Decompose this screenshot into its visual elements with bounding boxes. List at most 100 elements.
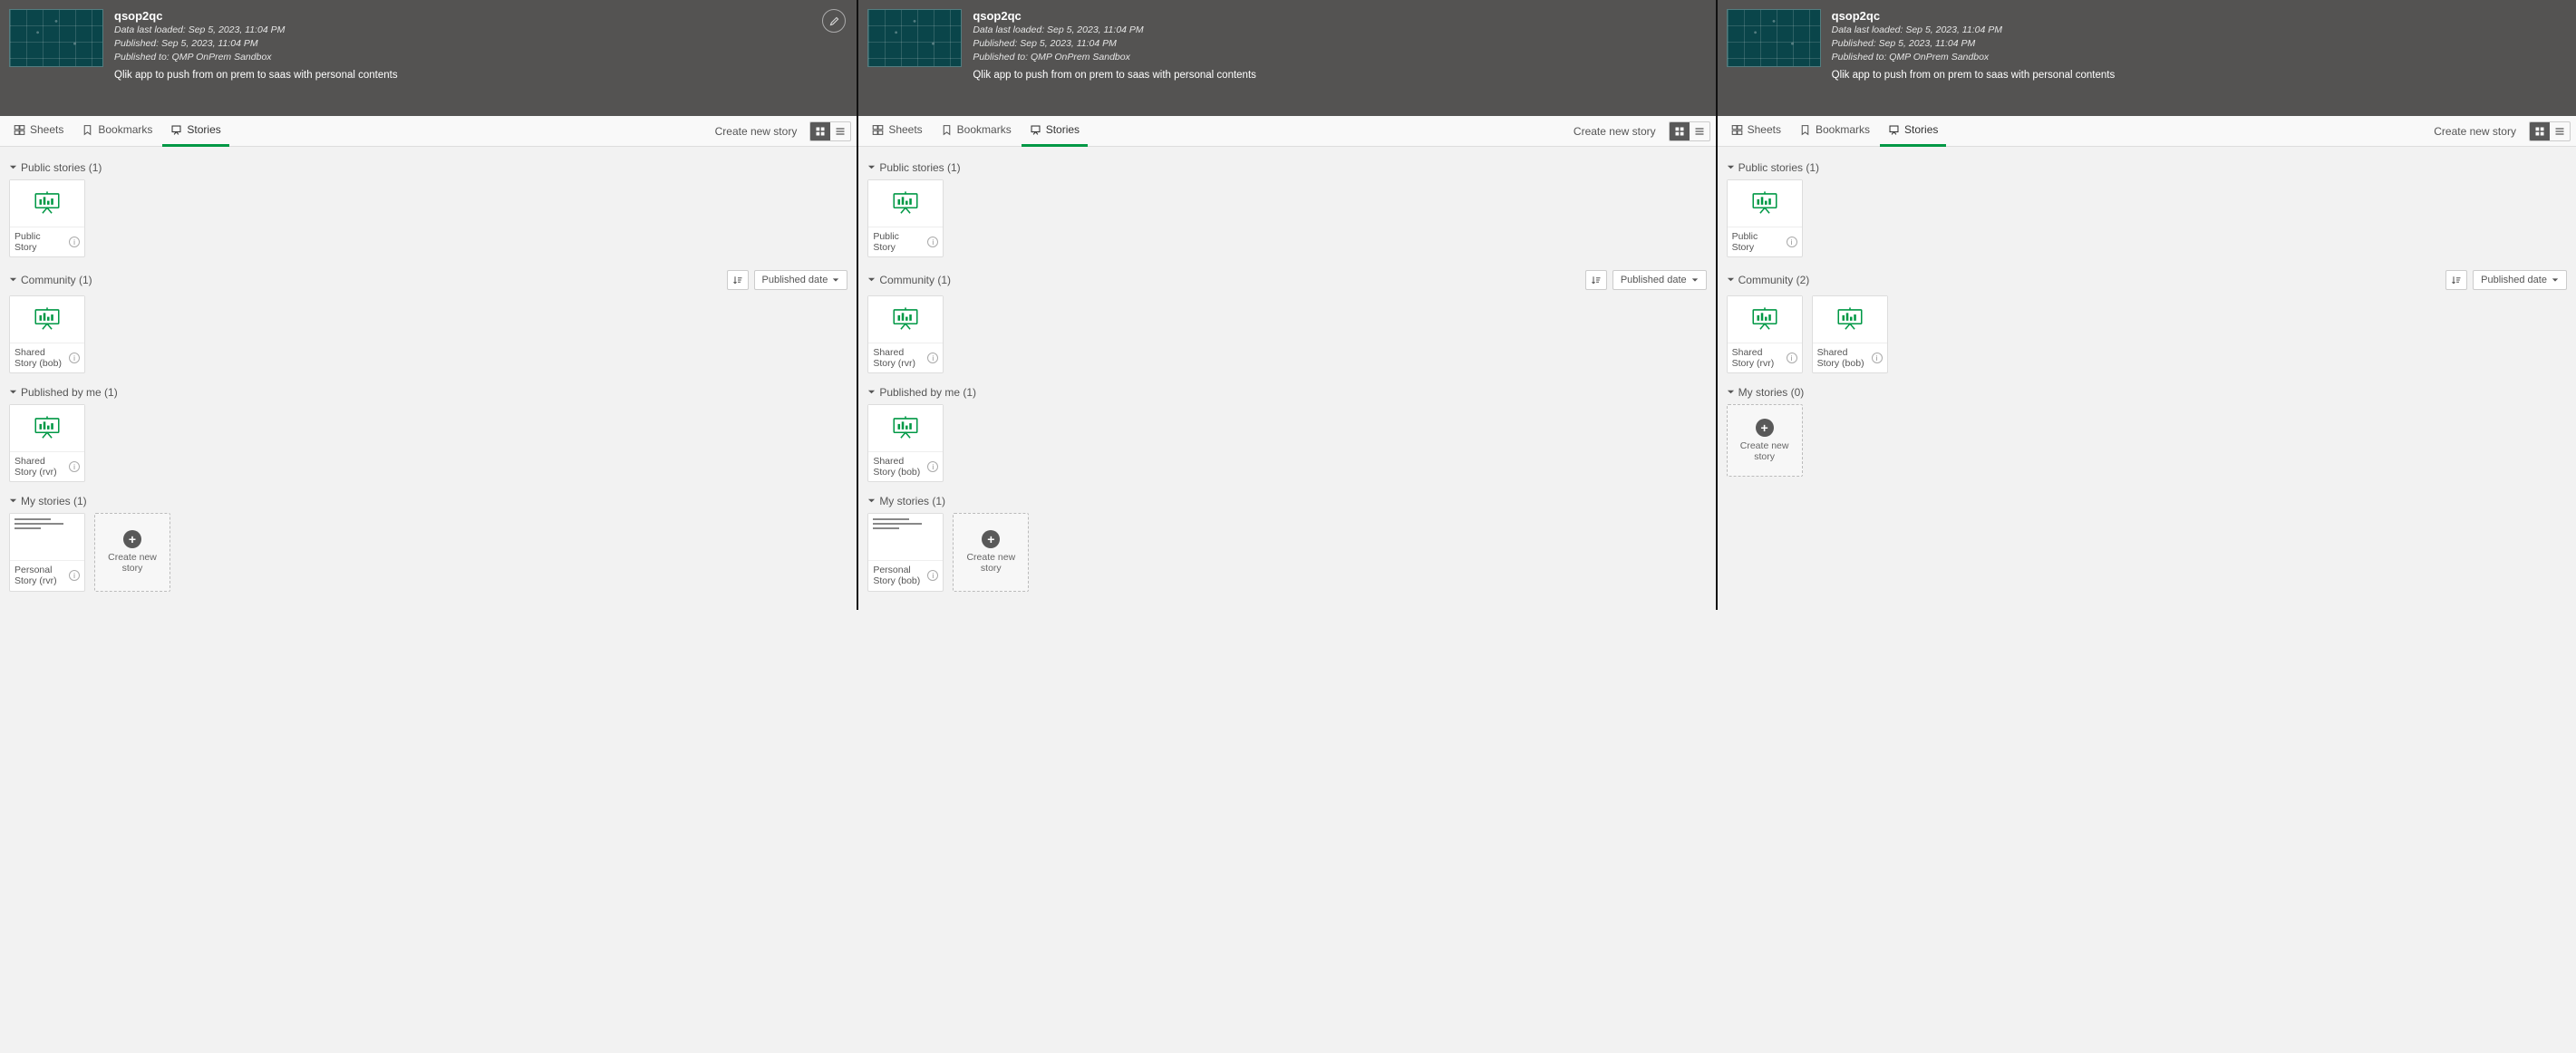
sort-direction-button[interactable] [2445, 270, 2467, 290]
create-story-link[interactable]: Create new story [1566, 125, 1663, 138]
story-caption: Shared Story (rvr)i [10, 452, 84, 481]
story-title: Shared Story (bob) [1817, 347, 1868, 369]
story-card[interactable]: Public Storyi [867, 179, 944, 257]
tab-bookmarks[interactable]: Bookmarks [73, 116, 160, 147]
info-icon[interactable]: i [1787, 353, 1797, 363]
tab-sheets[interactable]: Sheets [1723, 116, 1789, 147]
story-card[interactable]: Personal Story (rvr)i [9, 513, 85, 591]
story-card[interactable]: Shared Story (bob) i [1812, 295, 1888, 373]
app-description: Qlik app to push from on prem to saas wi… [1832, 70, 2116, 81]
section-header[interactable]: Published by me (1) [9, 386, 847, 399]
tab-sheets-label: Sheets [888, 123, 922, 136]
sort-field-dropdown[interactable]: Published date [1612, 270, 1707, 290]
section-header[interactable]: Community (2) Published date [1727, 270, 2567, 290]
app-thumbnail [9, 9, 103, 67]
section-header[interactable]: Public stories (1) [867, 161, 1706, 174]
tab-stories[interactable]: Stories [162, 116, 228, 147]
section-header[interactable]: Public stories (1) [9, 161, 847, 174]
create-story-card[interactable]: +Create new story [953, 513, 1029, 591]
app-meta-loaded: Data last loaded: Sep 5, 2023, 11:04 PM [973, 24, 1256, 36]
story-card[interactable]: Shared Story (bob) i [9, 295, 85, 373]
info-icon[interactable]: i [1872, 353, 1883, 363]
info-icon[interactable]: i [927, 237, 938, 247]
info-icon[interactable]: i [69, 353, 80, 363]
section-header[interactable]: My stories (0) [1727, 386, 2567, 399]
app-meta-target: Published to: QMP OnPrem Sandbox [1832, 51, 2116, 63]
view-list-button[interactable] [830, 122, 850, 140]
sort-field-label: Published date [2481, 275, 2547, 285]
section-header[interactable]: Community (1)Published date [867, 270, 1706, 290]
app-view-2: qsop2qcData last loaded: Sep 5, 2023, 11… [1718, 0, 2576, 610]
section-header[interactable]: My stories (1) [867, 495, 1706, 507]
tab-sheets[interactable]: Sheets [5, 116, 72, 147]
view-grid-button[interactable] [810, 122, 830, 140]
story-preview [868, 514, 943, 561]
tab-bookmarks[interactable]: Bookmarks [933, 116, 1020, 147]
app-meta-target: Published to: QMP OnPrem Sandbox [114, 51, 398, 63]
view-grid-button[interactable] [1670, 122, 1690, 140]
story-card[interactable]: Shared Story (bob)i [867, 404, 944, 482]
stories-content: Public stories (1) Public Storyi Community… [0, 147, 857, 610]
sort-direction-button[interactable] [727, 270, 749, 290]
create-story-link[interactable]: Create new story [708, 125, 805, 138]
app-meta-loaded: Data last loaded: Sep 5, 2023, 11:04 PM [1832, 24, 2116, 36]
story-card[interactable]: Public Storyi [9, 179, 85, 257]
chevron-down-icon [867, 161, 876, 174]
view-toggle [1669, 121, 1710, 141]
story-caption: Shared Story (rvr)i [868, 343, 943, 372]
story-preview [868, 180, 943, 227]
tab-bookmarks[interactable]: Bookmarks [1791, 116, 1878, 147]
create-story-card-label: Create new story [99, 552, 166, 575]
tab-sheets[interactable]: Sheets [864, 116, 930, 147]
card-grid: Personal Story (rvr)i+Create new story [9, 513, 847, 591]
sort-direction-button[interactable] [1585, 270, 1607, 290]
story-title: Shared Story (bob) [15, 347, 65, 369]
view-list-button[interactable] [1690, 122, 1709, 140]
story-caption: Shared Story (bob) i [10, 343, 84, 372]
card-grid: Public Storyi [867, 179, 1706, 257]
sort-field-dropdown[interactable]: Published date [2473, 270, 2567, 290]
info-icon[interactable]: i [927, 461, 938, 472]
section-title: My stories (1) [879, 495, 945, 507]
card-grid: Shared Story (bob)i [867, 404, 1706, 482]
info-icon[interactable]: i [69, 570, 80, 581]
view-list-button[interactable] [2550, 122, 2570, 140]
app-title: qsop2qc [114, 9, 398, 23]
sort-field-label: Published date [1621, 275, 1687, 285]
info-icon[interactable]: i [927, 570, 938, 581]
story-caption: Shared Story (bob)i [868, 452, 943, 481]
create-story-card[interactable]: +Create new story [94, 513, 170, 591]
info-icon[interactable]: i [69, 461, 80, 472]
info-icon[interactable]: i [927, 353, 938, 363]
story-card[interactable]: Shared Story (rvr)i [1727, 295, 1803, 373]
tab-stories-label: Stories [187, 123, 220, 136]
info-icon[interactable]: i [1787, 237, 1797, 247]
create-story-link[interactable]: Create new story [2426, 125, 2523, 138]
sort-field-dropdown[interactable]: Published date [754, 270, 848, 290]
story-card[interactable]: Shared Story (rvr)i [867, 295, 944, 373]
view-grid-button[interactable] [2530, 122, 2550, 140]
section-title: Public stories (1) [879, 161, 960, 174]
section-header[interactable]: Community (1) Published date [9, 270, 847, 290]
info-icon[interactable]: i [69, 237, 80, 247]
section-header[interactable]: Public stories (1) [1727, 161, 2567, 174]
tab-stories-label: Stories [1046, 123, 1080, 136]
section-title: My stories (0) [1738, 386, 1805, 399]
app-header: qsop2qcData last loaded: Sep 5, 2023, 11… [0, 0, 857, 116]
story-preview [1728, 180, 1802, 227]
create-story-card-label: Create new story [957, 552, 1024, 575]
card-grid: Shared Story (rvr)i [867, 295, 1706, 373]
tab-bar: SheetsBookmarks Stories Create new story [0, 116, 857, 147]
story-card[interactable]: Shared Story (rvr)i [9, 404, 85, 482]
section-header[interactable]: My stories (1) [9, 495, 847, 507]
section-title: Community (2) [1738, 274, 1810, 286]
section-title: Community (1) [21, 274, 92, 286]
tab-bar: SheetsBookmarksStories Create new story [1718, 116, 2576, 147]
story-card[interactable]: Personal Story (bob)i [867, 513, 944, 591]
tab-stories[interactable]: Stories [1022, 116, 1088, 147]
tab-stories[interactable]: Stories [1880, 116, 1946, 147]
section-header[interactable]: Published by me (1) [867, 386, 1706, 399]
story-card[interactable]: Public Storyi [1727, 179, 1803, 257]
edit-app-button[interactable] [822, 9, 846, 33]
create-story-card[interactable]: +Create new story [1727, 404, 1803, 477]
